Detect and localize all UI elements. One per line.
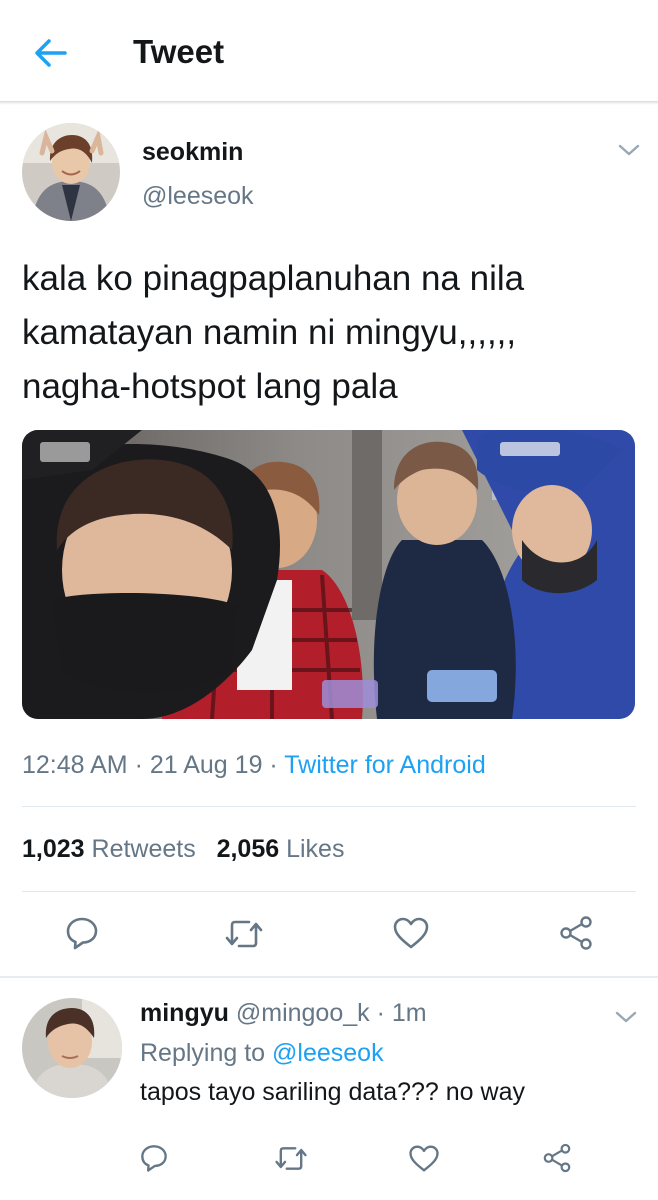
share-icon[interactable]	[541, 1142, 573, 1174]
author-name[interactable]: seokmin	[142, 138, 243, 167]
top-app-bar: Tweet	[0, 0, 658, 101]
likes-stat[interactable]: 2,056 Likes	[217, 835, 345, 863]
share-icon[interactable]	[557, 914, 595, 952]
tweet-text: kala ko pinagpaplanuhan na nila kamataya…	[22, 252, 634, 414]
chevron-down-icon[interactable]	[616, 141, 642, 159]
tweet-text-line: kamatayan namin ni mingyu,,,,,,	[22, 313, 517, 352]
retweets-stat[interactable]: 1,023 Retweets	[22, 835, 196, 863]
arrow-left-icon[interactable]	[30, 33, 70, 73]
reply-icon[interactable]	[64, 915, 100, 951]
reply-text: tapos tayo sariling data??? no way	[140, 1078, 525, 1106]
tweet-photo[interactable]	[22, 430, 635, 719]
replying-to-label: Replying to	[140, 1039, 266, 1067]
meta-separator: ·	[369, 999, 392, 1027]
tweet-text-line: kala ko pinagpaplanuhan na nila	[22, 259, 525, 298]
header-divider	[0, 101, 658, 105]
reply-author-handle[interactable]: @mingoo_k	[236, 999, 370, 1027]
likes-count: 2,056	[216, 835, 280, 863]
retweet-icon[interactable]	[224, 917, 264, 951]
section-divider	[0, 976, 658, 978]
chevron-down-icon[interactable]	[613, 1008, 639, 1026]
reply-time: 1m	[391, 999, 427, 1027]
author-handle[interactable]: @leeseok	[142, 182, 254, 211]
likes-label: Likes	[286, 835, 345, 863]
like-icon[interactable]	[408, 1144, 440, 1173]
like-icon[interactable]	[392, 916, 430, 950]
tweet-text-line: nagha-hotspot lang pala	[22, 367, 398, 406]
tweet-date: 21 Aug 19	[149, 751, 263, 779]
avatar[interactable]	[22, 123, 120, 221]
meta-separator: ·	[262, 751, 285, 779]
tweet-time: 12:48 AM	[22, 751, 128, 779]
replying-to: Replying to @leeseok	[140, 1039, 384, 1068]
divider	[22, 891, 636, 892]
reply-author-name[interactable]: mingyu	[140, 999, 229, 1027]
tweet-meta: 12:48 AM · 21 Aug 19 · Twitter for Andro…	[22, 751, 486, 780]
replying-to-handle[interactable]: @leeseok	[272, 1039, 384, 1067]
meta-separator: ·	[127, 751, 150, 779]
retweets-label: Retweets	[91, 835, 196, 863]
retweets-count: 1,023	[22, 835, 85, 863]
page-title: Tweet	[133, 33, 225, 70]
tweet-stats: 1,023 Retweets 2,056 Likes	[22, 835, 344, 864]
reply-icon[interactable]	[139, 1143, 169, 1173]
divider	[22, 806, 636, 807]
tweet-source-link[interactable]: Twitter for Android	[284, 751, 485, 779]
retweet-icon[interactable]	[274, 1144, 308, 1173]
avatar[interactable]	[22, 998, 122, 1098]
reply-header: mingyu @mingoo_k · 1m	[140, 999, 427, 1028]
